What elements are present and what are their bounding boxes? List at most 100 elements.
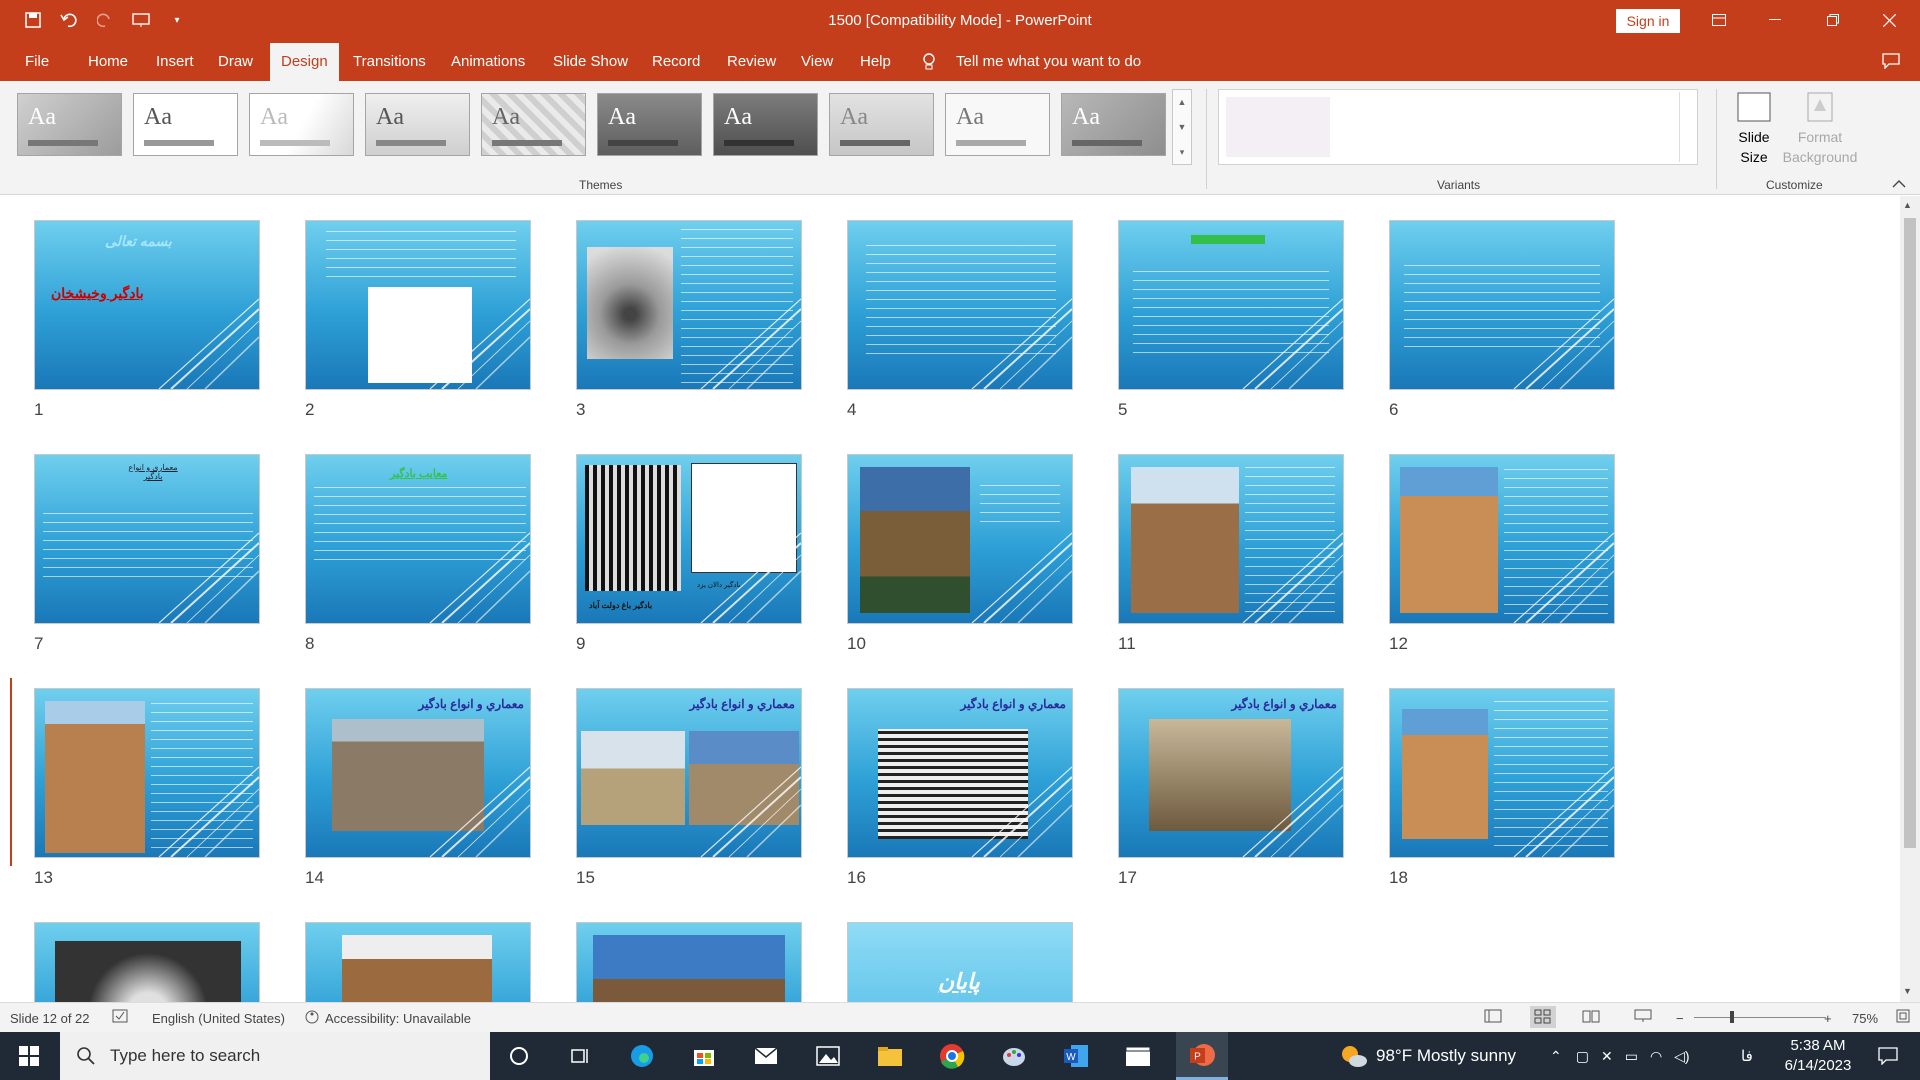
cortana-icon[interactable] (503, 1040, 535, 1072)
file-explorer-icon[interactable] (874, 1040, 906, 1072)
slide-thumbnail[interactable] (1389, 454, 1615, 624)
collapse-ribbon-icon[interactable] (1892, 177, 1906, 191)
input-language[interactable]: فا (1741, 1032, 1753, 1080)
scroll-thumb[interactable] (1904, 218, 1916, 848)
slide-thumbnail[interactable]: معماري و انواع بادگير (847, 688, 1073, 858)
tab-help[interactable]: Help (849, 43, 902, 81)
tab-record[interactable]: Record (641, 43, 711, 81)
powerpoint-taskbar-button[interactable]: P (1176, 1032, 1228, 1080)
tab-home[interactable]: Home (77, 43, 139, 81)
weather-widget[interactable]: 98°F Mostly sunny (1340, 1032, 1516, 1080)
clock[interactable]: 5:38 AM 6/14/2023 (1770, 1036, 1866, 1076)
tab-insert[interactable]: Insert (145, 43, 205, 81)
tab-draw[interactable]: Draw (207, 43, 264, 81)
slide-thumbnail[interactable] (847, 220, 1073, 390)
slide-thumbnail[interactable] (34, 922, 260, 1002)
zoom-out-icon[interactable]: − (1676, 1011, 1684, 1026)
edge-icon[interactable] (626, 1040, 658, 1072)
vertical-scrollbar[interactable]: ▲ ▼ (1900, 196, 1920, 1002)
slide-thumbnail[interactable] (305, 220, 531, 390)
restore-icon[interactable] (1810, 0, 1856, 40)
task-view-icon[interactable] (564, 1040, 596, 1072)
slide-thumbnail[interactable]: معماري و انواع بادگير (576, 688, 802, 858)
variants-gallery[interactable] (1218, 89, 1698, 165)
scroll-up-icon[interactable]: ▲ (1903, 200, 1912, 210)
slide-thumbnail[interactable] (1389, 220, 1615, 390)
volume-icon[interactable]: ◁) (1674, 1048, 1689, 1065)
format-background-button[interactable]: Format Background (1780, 89, 1860, 167)
close-icon[interactable] (1866, 0, 1912, 40)
notifications-icon[interactable] (1872, 1040, 1904, 1072)
mail-icon[interactable] (750, 1040, 782, 1072)
photos-icon[interactable] (812, 1040, 844, 1072)
zoom-slider-thumb[interactable] (1730, 1011, 1734, 1023)
slide-thumbnail[interactable]: معماري و انواع بادگير (1118, 688, 1344, 858)
language-indicator[interactable]: English (United States) (152, 1011, 285, 1026)
device-icon[interactable]: ▢ (1576, 1048, 1589, 1065)
sign-in-button[interactable]: Sign in (1616, 9, 1680, 33)
store-icon[interactable] (688, 1040, 720, 1072)
reading-view-icon[interactable] (1582, 1009, 1600, 1026)
tab-view[interactable]: View (790, 43, 844, 81)
variants-scroll[interactable] (1679, 92, 1695, 162)
battery-icon[interactable]: ▭ (1625, 1048, 1638, 1065)
theme-thumb-6[interactable]: Aa (597, 93, 702, 156)
spelling-icon[interactable] (112, 1009, 128, 1026)
paint-icon[interactable] (998, 1040, 1030, 1072)
zoom-level[interactable]: 75% (1852, 1011, 1878, 1026)
customize-qat-icon[interactable]: ▾ (166, 9, 188, 31)
normal-view-icon[interactable] (1484, 1009, 1502, 1026)
slide-thumbnail[interactable]: معایب بادگیر (305, 454, 531, 624)
chrome-icon[interactable] (936, 1040, 968, 1072)
theme-thumb-2[interactable]: Aa (133, 93, 238, 156)
tab-review[interactable]: Review (716, 43, 787, 81)
tab-transitions[interactable]: Transitions (342, 43, 437, 81)
slide-thumbnail[interactable] (305, 922, 531, 1002)
tab-file[interactable]: File (14, 43, 60, 81)
slide-thumbnail[interactable]: بسمه تعالی بادگیر وخیشخان (34, 220, 260, 390)
slide-thumbnail[interactable] (1389, 688, 1615, 858)
redo-icon[interactable] (94, 9, 116, 31)
theme-thumb-7[interactable]: Aa (713, 93, 818, 156)
zoom-in-icon[interactable]: + (1824, 1011, 1832, 1026)
wifi-icon[interactable]: ◠ (1650, 1048, 1662, 1065)
slide-thumbnail[interactable] (1118, 220, 1344, 390)
comments-icon[interactable] (1882, 53, 1900, 72)
presenter-icon[interactable] (130, 9, 152, 31)
undo-icon[interactable] (58, 9, 80, 31)
theme-thumb-9[interactable]: Aa (945, 93, 1050, 156)
slide-thumbnail[interactable] (576, 922, 802, 1002)
theme-thumb-5[interactable]: Aa (481, 93, 586, 156)
taskbar-search[interactable]: Type here to search (60, 1032, 490, 1080)
video-editor-icon[interactable] (1122, 1040, 1154, 1072)
start-button[interactable] (0, 1032, 58, 1080)
keyboard-tray-icon[interactable]: ✕ (1601, 1048, 1613, 1065)
slide-thumbnail[interactable] (576, 220, 802, 390)
save-icon[interactable] (22, 9, 44, 31)
minimize-icon[interactable] (1752, 0, 1798, 40)
slide-thumbnail[interactable]: معماري و انواع بادگير (305, 688, 531, 858)
variant-thumb[interactable] (1226, 97, 1330, 157)
tab-slide-show[interactable]: Slide Show (542, 43, 639, 81)
theme-thumb-4[interactable]: Aa (365, 93, 470, 156)
slideshow-view-icon[interactable] (1634, 1009, 1652, 1026)
theme-thumb-8[interactable]: Aa (829, 93, 934, 156)
tell-me-search[interactable]: Tell me what you want to do (945, 43, 1152, 81)
scroll-down-icon[interactable]: ▼ (1903, 986, 1912, 996)
slide-thumbnail[interactable]: بادگیر باغ دولت آباد بادگیر دالان یزد (576, 454, 802, 624)
slide-thumbnail[interactable] (847, 454, 1073, 624)
accessibility-status[interactable]: Accessibility: Unavailable (325, 1011, 471, 1026)
word-icon[interactable]: W (1060, 1040, 1092, 1072)
slide-thumbnail[interactable] (34, 688, 260, 858)
show-hidden-icons-icon[interactable]: ⌃ (1550, 1048, 1562, 1065)
ribbon-display-icon[interactable] (1696, 0, 1742, 40)
theme-thumb-3[interactable]: Aa (249, 93, 354, 156)
tab-animations[interactable]: Animations (440, 43, 536, 81)
tab-design[interactable]: Design (270, 43, 339, 81)
slide-thumbnail[interactable] (1118, 454, 1344, 624)
slide-thumbnail[interactable]: معماری و انواع بادگیر (34, 454, 260, 624)
fit-slide-icon[interactable] (1896, 1009, 1910, 1026)
themes-gallery-scroll[interactable]: ▲ ▼ ▾ (1172, 89, 1192, 165)
theme-thumb-1[interactable]: Aa (17, 93, 122, 156)
slide-thumbnail[interactable]: پایان (847, 922, 1073, 1002)
